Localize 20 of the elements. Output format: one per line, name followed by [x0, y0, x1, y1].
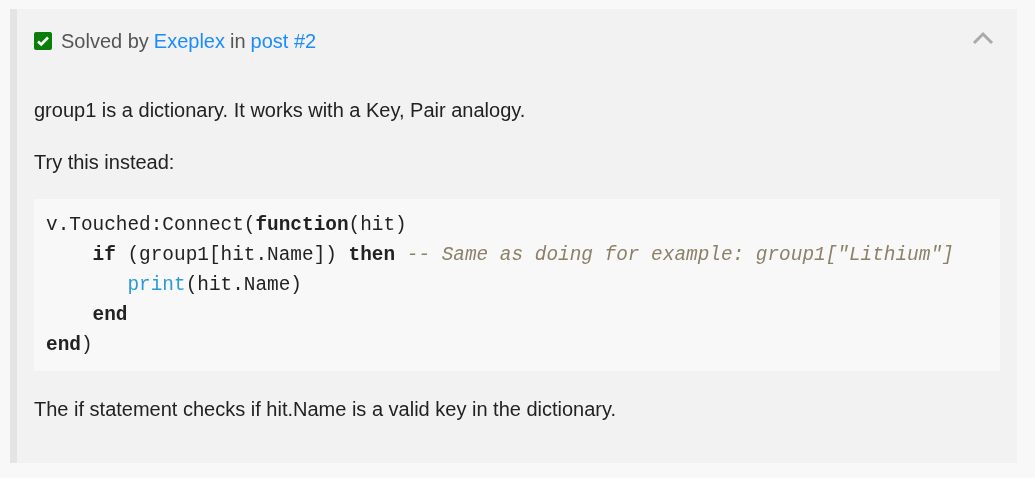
code-text: (hit)	[348, 214, 407, 236]
link[interactable]: post #2	[250, 29, 317, 53]
link[interactable]: Exeplex	[153, 29, 225, 53]
code-text: v.Touched:Connect(	[46, 214, 256, 236]
code-keyword: if	[91, 244, 116, 266]
code-keyword: end	[46, 334, 81, 356]
code-text: (hit.Name)	[185, 274, 302, 296]
paragraph: Try this instead:	[34, 150, 176, 175]
code-text: (group1[hit.Name])	[126, 244, 338, 266]
paragraph: The if statement checks if hit.Name is a valid key in the dictionary.	[34, 397, 618, 422]
code-keyword: end	[91, 304, 128, 326]
code-keyword: then	[348, 244, 396, 266]
code-text: )	[80, 334, 93, 356]
code-comment: -- Same as doing for example: group1["Lithium"]	[405, 244, 954, 266]
caret-icon	[972, 31, 994, 45]
paragraph: group1 is a dictionary. It works with a Key, Pair analogy.	[34, 98, 527, 123]
solved-label: in	[230, 29, 246, 53]
code-keyword: function	[255, 214, 349, 236]
solved-label: Solved by	[61, 29, 149, 53]
code-function: print	[126, 274, 186, 296]
